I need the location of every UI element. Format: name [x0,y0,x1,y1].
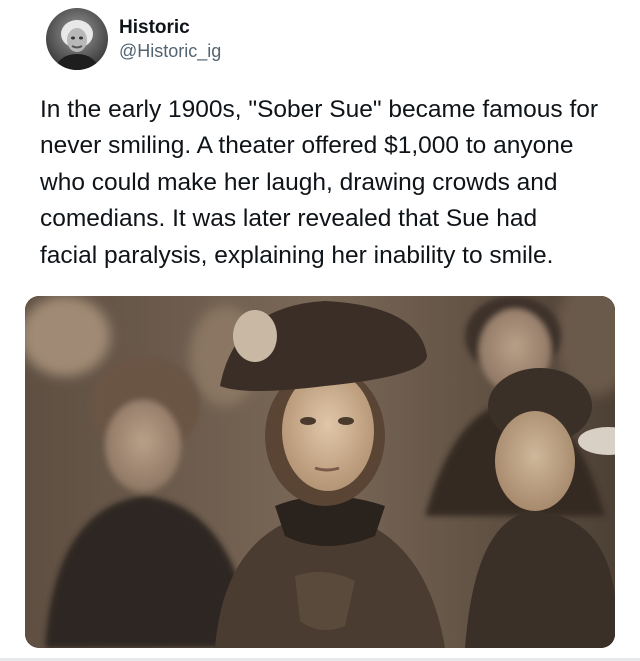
author-names: Historic @Historic_ig [119,16,221,63]
tweet-header: Historic @Historic_ig [46,8,221,70]
tweet-photo[interactable] [25,296,615,648]
author-display-name[interactable]: Historic [119,16,221,40]
tweet-text: In the early 1900s, "Sober Sue" became f… [40,96,599,269]
sepia-photo-image [25,296,615,648]
author-avatar[interactable] [46,8,108,70]
avatar-portrait-icon [46,8,108,70]
author-handle[interactable]: @Historic_ig [119,40,221,63]
